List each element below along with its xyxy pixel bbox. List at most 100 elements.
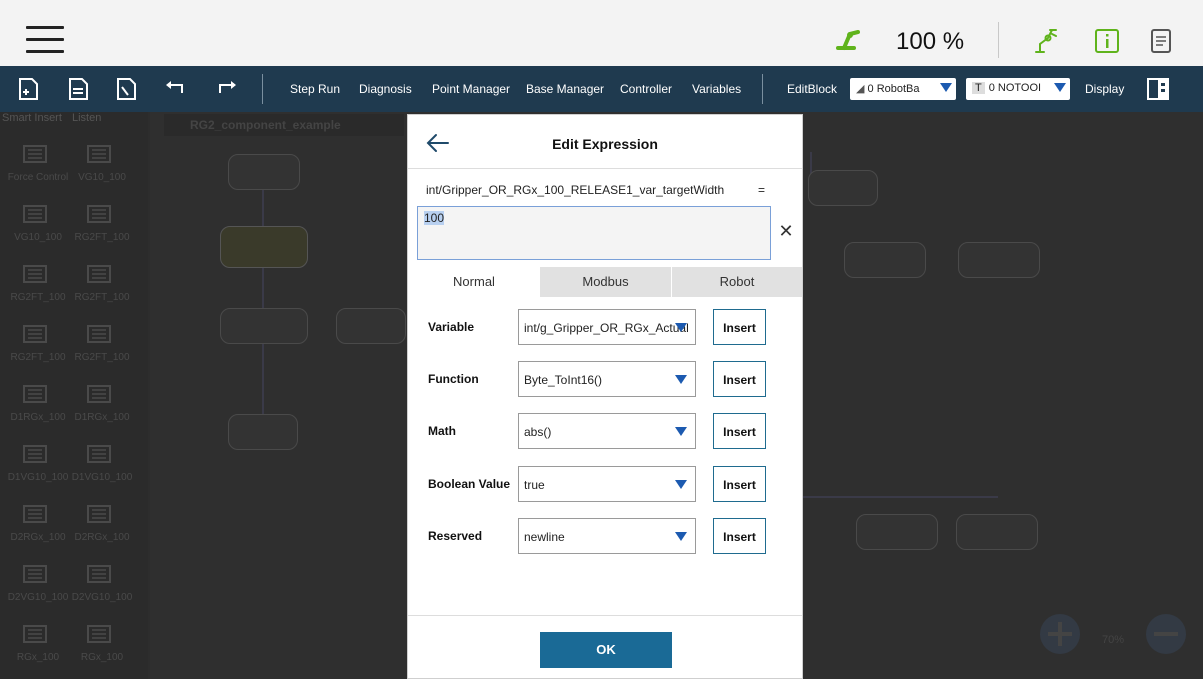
palette-item-label: Force Control	[7, 172, 69, 183]
gripper-icon	[84, 260, 114, 288]
palette-item-label: D2RGx_100	[10, 532, 66, 543]
menu-icon[interactable]	[26, 26, 64, 54]
expression-value: 100	[424, 211, 445, 225]
edit-expression-dialog: Edit Expression int/Gripper_OR_RGx_100_R…	[407, 114, 803, 679]
expression-input[interactable]: 100	[417, 206, 771, 260]
tool-select[interactable]: T0 NOTOOI	[966, 78, 1070, 100]
clear-icon[interactable]: ✕	[776, 221, 796, 241]
dialog-title: Edit Expression	[552, 136, 658, 152]
palette-item[interactable]: D1VG10_100	[6, 434, 68, 492]
flow-node-no-grip[interactable]	[336, 308, 406, 344]
variable-insert-button[interactable]: Insert	[713, 309, 766, 345]
base-manager-button[interactable]: Base Manager	[526, 82, 604, 96]
flow-node-start[interactable]	[228, 154, 300, 190]
smart-insert-tab[interactable]: Smart Insert	[2, 112, 62, 124]
zoom-in-icon[interactable]	[1038, 612, 1082, 656]
palette-item[interactable]: D1RGx_100	[70, 374, 130, 432]
palette-item[interactable]: Force Control	[6, 134, 68, 192]
tab-normal[interactable]: Normal	[408, 267, 540, 297]
chevron-down-icon	[675, 323, 687, 332]
flow-connector	[802, 496, 998, 498]
palette-item[interactable]: D2RGx_100	[6, 494, 66, 552]
palette-item-label: D1RGx_100	[74, 412, 130, 423]
palette-item-label: RGx_100	[16, 652, 60, 663]
panel-toggle-icon[interactable]	[1144, 75, 1172, 103]
gripper-icon	[84, 200, 114, 228]
chevron-down-icon	[940, 83, 952, 92]
math-select[interactable]: abs()	[518, 413, 696, 449]
palette-item[interactable]: D2RGx_100	[70, 494, 130, 552]
open-file-icon[interactable]	[64, 75, 92, 103]
gripper-icon	[84, 620, 114, 648]
gripper-icon	[20, 200, 50, 228]
undo-icon[interactable]	[162, 75, 190, 103]
dialog-footer-divider	[408, 615, 802, 616]
gripper-icon	[84, 560, 114, 588]
palette-item[interactable]: RG2FT_100	[6, 254, 66, 312]
palette-item[interactable]: D1VG10_100	[70, 434, 132, 492]
main-toolbar: Step Run Diagnosis Point Manager Base Ma…	[0, 66, 1203, 112]
toolbar-separator	[262, 74, 263, 104]
zoom-level: 70%	[1102, 634, 1125, 646]
base-select[interactable]: ◢ 0 RobotBa	[850, 78, 956, 100]
palette-item[interactable]: D1RGx_100	[6, 374, 66, 432]
flow-node-wait[interactable]	[228, 414, 298, 450]
listen-tab[interactable]: Listen	[72, 112, 101, 124]
tab-modbus[interactable]: Modbus	[540, 267, 671, 297]
info-icon[interactable]	[1092, 26, 1122, 56]
save-file-icon[interactable]	[112, 75, 140, 103]
tab-robot[interactable]: Robot	[672, 267, 802, 297]
chevron-down-icon	[675, 375, 687, 384]
flow-node-right-top[interactable]	[808, 170, 878, 206]
math-label: Math	[428, 424, 456, 438]
palette-item[interactable]: RGx_100	[70, 614, 130, 672]
flow-node-no-grip-lower[interactable]	[856, 514, 938, 550]
speed-percentage: 100 %	[896, 28, 965, 55]
palette-item[interactable]: RG2FT_100	[70, 314, 130, 372]
step-run-button[interactable]: Step Run	[290, 82, 340, 96]
boolean-value-select[interactable]: true	[518, 466, 696, 502]
flow-node-safety-stop-lower[interactable]	[956, 514, 1038, 550]
reserved-select[interactable]: newline	[518, 518, 696, 554]
palette-item-label: RG2FT_100	[74, 232, 130, 243]
palette-item[interactable]: RGx_100	[6, 614, 66, 672]
canvas-tab-title[interactable]: RG2_component_example	[164, 114, 404, 136]
editblock-button[interactable]: EditBlock	[787, 82, 837, 96]
chevron-down-icon	[675, 532, 687, 541]
controller-button[interactable]: Controller	[620, 82, 672, 96]
flow-node-part-gripped[interactable]	[220, 308, 308, 344]
palette-item-label: RG2FT_100	[74, 352, 130, 363]
boolean-value-label: Boolean Value	[428, 477, 511, 491]
document-icon[interactable]	[1146, 26, 1176, 56]
palette-item[interactable]: RG2FT_100	[70, 254, 130, 312]
point-manager-button[interactable]: Point Manager	[432, 82, 510, 96]
flow-node-gripper[interactable]	[220, 226, 308, 268]
flow-node-no-grip-right[interactable]	[844, 242, 926, 278]
display-button[interactable]: Display	[1085, 82, 1124, 96]
boolean-value-insert-button[interactable]: Insert	[713, 466, 766, 502]
reserved-insert-button[interactable]: Insert	[713, 518, 766, 554]
diagnosis-button[interactable]: Diagnosis	[359, 82, 412, 96]
component-palette: Smart Insert Listen Force Control VG10_10…	[0, 112, 148, 679]
ok-button[interactable]: OK	[540, 632, 672, 668]
new-file-icon[interactable]	[14, 75, 42, 103]
palette-item[interactable]: VG10_100	[70, 134, 130, 192]
top-status-bar: 100 %	[0, 0, 1203, 66]
function-insert-button[interactable]: Insert	[713, 361, 766, 397]
redo-icon[interactable]	[212, 75, 240, 103]
palette-item[interactable]: RG2FT_100	[6, 314, 66, 372]
flow-node-safety-stop[interactable]	[958, 242, 1040, 278]
palette-item[interactable]: D2VG10_100	[70, 554, 132, 612]
palette-item[interactable]: VG10_100	[6, 194, 66, 252]
zoom-out-icon[interactable]	[1144, 612, 1188, 656]
function-select[interactable]: Byte_ToInt16()	[518, 361, 696, 397]
flow-connector	[262, 344, 264, 414]
variable-select[interactable]: int/g_Gripper_OR_RGx_Actual	[518, 309, 696, 345]
chevron-down-icon	[675, 427, 687, 436]
palette-item[interactable]: D2VG10_100	[6, 554, 68, 612]
speed-icon[interactable]	[832, 26, 864, 54]
palette-item[interactable]: RG2FT_100	[70, 194, 130, 252]
robot-arm-icon[interactable]	[1030, 26, 1060, 56]
variables-button[interactable]: Variables	[692, 82, 741, 96]
math-insert-button[interactable]: Insert	[713, 413, 766, 449]
